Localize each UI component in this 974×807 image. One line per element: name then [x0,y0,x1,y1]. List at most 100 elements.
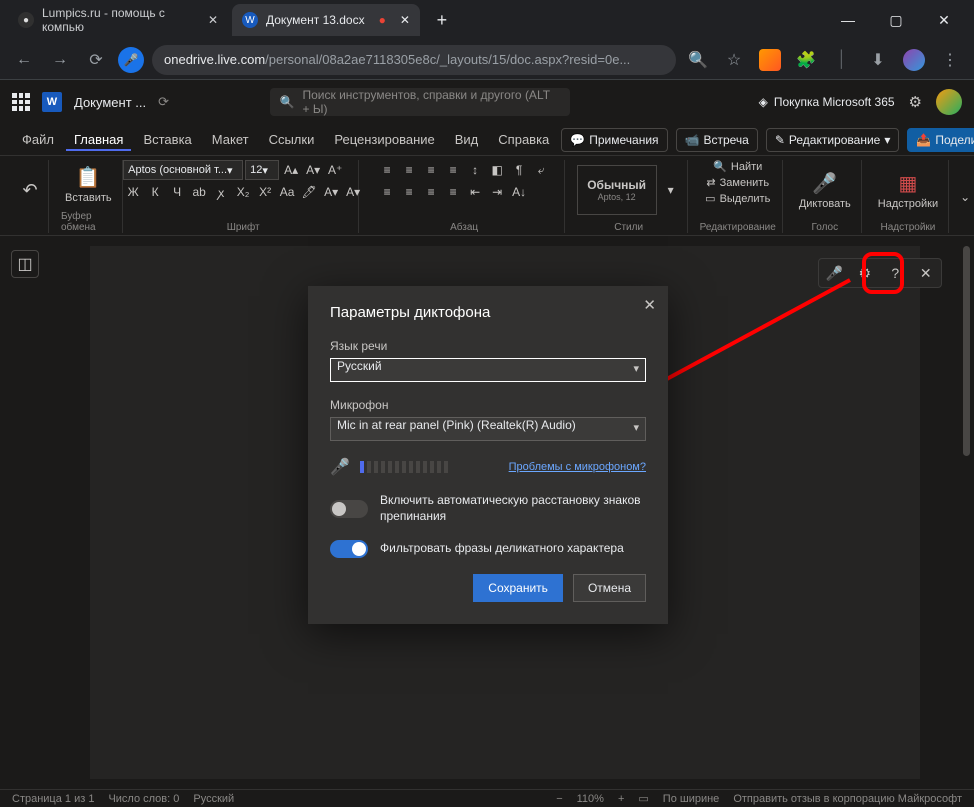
align-left-button[interactable]: ≡ [377,182,397,202]
clear-format-button[interactable]: A⁺ [325,160,345,180]
shading-button[interactable]: ◧ [487,160,507,180]
bookmark-icon[interactable]: ☆ [720,46,748,74]
tab-insert[interactable]: Вставка [135,128,199,151]
superscript-button[interactable]: X² [255,182,275,202]
dictation-close-icon[interactable]: ✕ [914,265,938,282]
indent-right-button[interactable]: ⇥ [487,182,507,202]
font-size-select[interactable]: 12 ▾ [245,160,279,180]
tab-layout[interactable]: Макет [204,128,257,151]
meet-button[interactable]: 📹 Встреча [676,128,758,152]
status-zoom-in[interactable]: + [618,793,624,805]
profile-avatar[interactable] [900,46,928,74]
scroll-thumb[interactable] [963,246,970,456]
search-icon[interactable]: 🔍 [684,46,712,74]
align-center-button[interactable]: ≡ [399,182,419,202]
status-zoom[interactable]: 110% [577,793,604,805]
more-font-button[interactable]: ꭗ [211,182,231,202]
status-feedback[interactable]: Отправить отзыв в корпорацию Майкрософт [733,793,962,805]
rtl-button[interactable]: A↓ [509,182,529,202]
editing-mode-button[interactable]: ✎ Редактирование ▾ [766,128,900,152]
user-avatar[interactable] [936,89,962,115]
align-right-button[interactable]: ≡ [421,182,441,202]
status-fit-icon[interactable]: ▭ [638,792,648,805]
window-minimize-button[interactable]: — [826,4,870,36]
back-button[interactable]: ← [10,46,38,74]
tab-file[interactable]: Файл [14,128,62,151]
dictation-settings-icon[interactable]: ⚙ [853,265,877,282]
tab-close-icon[interactable]: ✕ [400,13,410,27]
line-spacing-button[interactable]: ↕ [465,160,485,180]
status-fit[interactable]: По ширине [663,793,720,805]
status-words[interactable]: Число слов: 0 [108,793,179,805]
pages-pane-button[interactable]: ◫ [11,250,39,278]
settings-icon[interactable]: ⚙ [909,93,922,111]
dictation-help-icon[interactable]: ? [883,265,907,281]
underline-button[interactable]: Ч [167,182,187,202]
dictation-mic-icon[interactable]: 🎤 [822,265,846,282]
highlight-button[interactable]: 🖊 [299,182,319,202]
document-name[interactable]: Документ ... [74,95,146,110]
comments-button[interactable]: 💬 Примечания [561,128,667,152]
new-tab-button[interactable]: + [428,6,456,34]
filter-toggle[interactable] [330,540,368,558]
indent-left-button[interactable]: ⇤ [465,182,485,202]
status-language[interactable]: Русский [193,793,234,805]
reload-button[interactable]: ⟳ [82,46,110,74]
menu-icon[interactable]: ⋮ [936,46,964,74]
status-zoom-out[interactable]: − [556,793,562,805]
subscript-button[interactable]: X₂ [233,182,253,202]
style-normal[interactable]: Обычный Aptos, 12 [577,165,657,215]
italic-button[interactable]: К [145,182,165,202]
ribbon-chevron-button[interactable]: ⌄ [955,187,974,207]
numbering-button[interactable]: ≡ [399,160,419,180]
window-close-button[interactable]: ✕ [922,4,966,36]
metamask-ext-icon[interactable] [756,46,784,74]
case-button[interactable]: Aa [277,182,297,202]
save-button[interactable]: Сохранить [473,574,563,602]
bold-button[interactable]: Ж [123,182,143,202]
search-box[interactable]: 🔍 Поиск инструментов, справки и другого … [270,88,570,116]
dialog-close-button[interactable]: ✕ [643,296,656,314]
replace-button[interactable]: ⇄Заменить [706,176,769,189]
status-page[interactable]: Страница 1 из 1 [12,793,94,805]
tab-references[interactable]: Ссылки [261,128,323,151]
forward-button[interactable]: → [46,46,74,74]
browser-tab-1[interactable]: W Документ 13.docx ● ✕ [232,4,420,36]
microphone-select[interactable]: Mic in at rear panel (Pink) (Realtek(R) … [330,417,646,441]
grow-font-button[interactable]: A▴ [281,160,301,180]
bullets-button[interactable]: ≡ [377,160,397,180]
cancel-button[interactable]: Отмена [573,574,646,602]
share-button[interactable]: 📤 Поделиться ▾ [907,128,974,152]
sort-button[interactable]: ⤶ [531,160,551,180]
font-color2-button[interactable]: A▾ [343,182,363,202]
tab-home[interactable]: Главная [66,128,131,151]
voice-search-icon[interactable]: 🎤 [118,47,144,73]
select-button[interactable]: ▭Выделить [705,192,770,205]
browser-tab-0[interactable]: ● Lumpics.ru - помощь с компью ✕ [8,4,228,36]
show-marks-button[interactable]: ¶ [509,160,529,180]
app-launcher-icon[interactable] [12,93,30,111]
styles-more-button[interactable]: ▾ [661,180,681,200]
buy-premium-button[interactable]: ◈ Покупка Microsoft 365 [759,95,895,109]
undo-button[interactable]: ↶ [20,180,40,200]
strike-button[interactable]: ab [189,182,209,202]
shrink-font-button[interactable]: A▾ [303,160,323,180]
multilevel-button[interactable]: ≡ [421,160,441,180]
addins-button[interactable]: ▦ Надстройки [874,169,942,212]
auto-punct-toggle[interactable] [330,500,368,518]
font-color-button[interactable]: A▾ [321,182,341,202]
tab-help[interactable]: Справка [490,128,557,151]
font-name-select[interactable]: Aptos (основной т... ▾ [123,160,243,180]
scrollbar[interactable] [960,236,974,789]
paste-button[interactable]: 📋 Вставить [61,163,116,206]
tab-view[interactable]: Вид [447,128,487,151]
find-button[interactable]: 🔍Найти [713,160,762,173]
dictate-button[interactable]: 🎤 Диктовать [795,169,855,212]
indent-dec-button[interactable]: ≡ [443,160,463,180]
extensions-icon[interactable]: 🧩 [792,46,820,74]
justify-button[interactable]: ≡ [443,182,463,202]
tab-close-icon[interactable]: ✕ [208,13,218,27]
window-maximize-button[interactable]: ▢ [874,4,918,36]
language-select[interactable]: Русский [330,358,646,382]
download-icon[interactable]: ⬇ [864,46,892,74]
